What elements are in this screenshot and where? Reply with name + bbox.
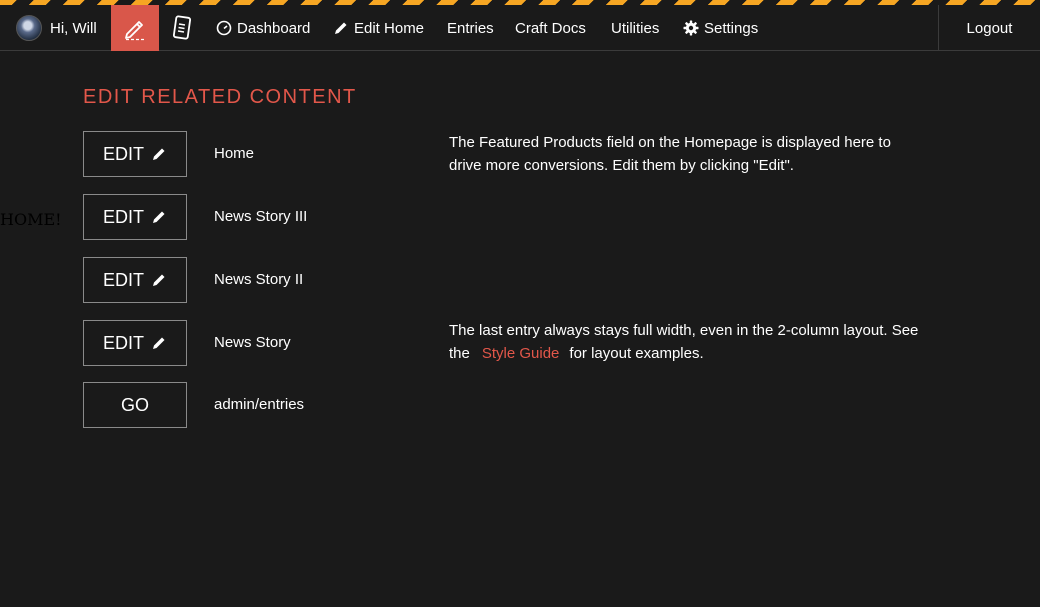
pencil-icon <box>153 148 165 160</box>
button-label: EDIT <box>102 269 144 290</box>
nav-entries[interactable]: Entries <box>447 5 494 51</box>
logout-label: Logout <box>966 19 1013 37</box>
edit-news-story-ii-button[interactable]: EDIT <box>83 257 187 303</box>
edit-news-story-button[interactable]: EDIT <box>83 320 187 366</box>
layout-note-text-end: for layout examples. <box>569 345 704 362</box>
gauge-icon <box>216 20 232 36</box>
section-title: EDIT RELATED CONTENT <box>83 86 357 108</box>
featured-products-note: The Featured Products field on the Homep… <box>449 134 891 174</box>
document-icon <box>172 15 192 40</box>
nav-utilities-label: Utilities <box>611 19 660 37</box>
user-greeting[interactable]: Hi, Will <box>50 20 97 37</box>
nav-entries-label: Entries <box>447 19 494 37</box>
nav-edit-home-label: Edit Home <box>354 19 425 37</box>
nav-settings[interactable]: Settings <box>683 5 758 51</box>
pencil-icon <box>125 21 144 41</box>
style-guide-link[interactable]: Style Guide <box>470 345 570 362</box>
home-page-text: HOME! <box>0 210 62 229</box>
button-label: EDIT <box>102 143 144 164</box>
row-label: News Story II <box>214 271 304 288</box>
row-label: Home <box>214 145 255 162</box>
button-label: EDIT <box>102 332 144 353</box>
avatar[interactable] <box>16 15 42 41</box>
button-label: GO <box>120 394 149 415</box>
nav-utilities[interactable]: Utilities <box>611 5 659 51</box>
layout-note: The last entry always stays full width, … <box>449 319 919 365</box>
top-navbar: Hi, Will Dashboard Edit Home Entries Cra… <box>0 5 1040 51</box>
nav-craft-docs[interactable]: Craft Docs <box>515 5 586 51</box>
gear-icon <box>683 20 699 36</box>
edit-entry-button[interactable] <box>111 5 159 51</box>
row-label: admin/entries <box>214 396 305 413</box>
pencil-icon <box>153 337 165 349</box>
pencil-icon <box>153 211 165 223</box>
nav-settings-label: Settings <box>704 19 759 37</box>
nav-craft-docs-label: Craft Docs <box>515 19 586 37</box>
row-label: News Story <box>214 334 291 351</box>
pencil-icon <box>335 22 347 34</box>
button-label: EDIT <box>102 206 144 227</box>
logout-button[interactable]: Logout <box>938 5 1040 51</box>
nav-dashboard-label: Dashboard <box>237 19 311 37</box>
go-admin-entries-button[interactable]: GO <box>83 382 187 428</box>
nav-dashboard[interactable]: Dashboard <box>216 5 310 51</box>
user-menu[interactable]: Hi, Will <box>16 15 97 41</box>
edit-home-button[interactable]: EDIT <box>83 131 187 177</box>
row-label: News Story III <box>214 208 308 225</box>
template-doc-button[interactable] <box>161 5 203 51</box>
pencil-icon <box>153 274 165 286</box>
nav-edit-home[interactable]: Edit Home <box>333 5 424 51</box>
edit-news-story-iii-button[interactable]: EDIT <box>83 194 187 240</box>
